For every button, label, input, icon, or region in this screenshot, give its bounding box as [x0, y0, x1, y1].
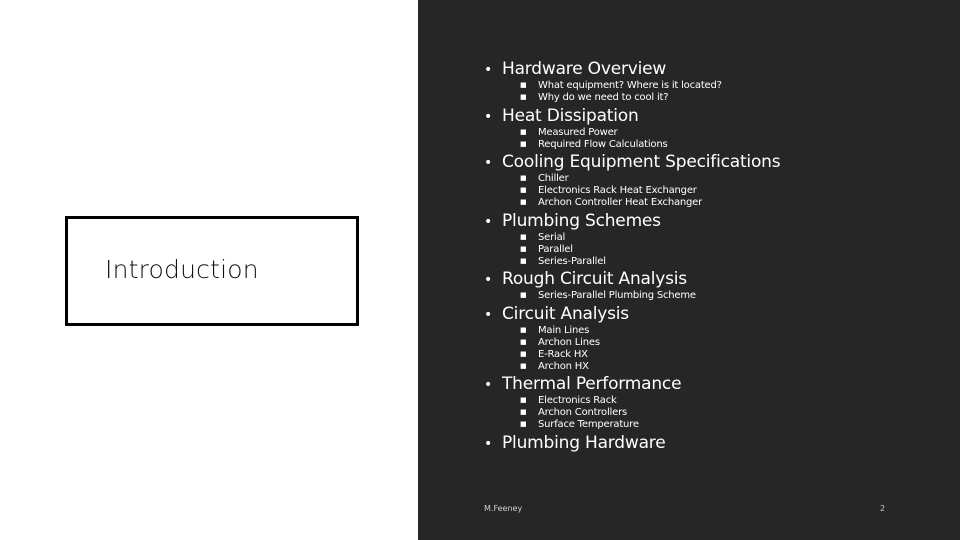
sub-item-label: Why do we need to cool it? [538, 92, 669, 103]
sub-bullet-icon: ■ [520, 174, 527, 182]
sub-item: ■ Series-Parallel Plumbing Scheme [520, 289, 696, 301]
sub-bullet-icon: ■ [520, 93, 527, 101]
slide-title: Introduction [105, 255, 259, 284]
sub-bullet-icon: ■ [520, 326, 527, 334]
sub-item-label: Serial [538, 232, 566, 243]
sub-item: ■ Main Lines [520, 324, 600, 336]
sub-bullet-icon: ■ [520, 362, 527, 370]
sub-item: ■ Serial [520, 231, 606, 243]
sub-item: ■ Surface Temperature [520, 418, 639, 430]
sub-item-label: E-Rack HX [538, 349, 588, 360]
outline-item-label: Circuit Analysis [502, 304, 629, 324]
sub-item-label: Surface Temperature [538, 419, 639, 430]
bullet-icon: • [484, 62, 493, 78]
sub-bullet-icon: ■ [520, 338, 527, 346]
outline-item: • Hardware Overview [484, 59, 666, 79]
bullet-icon: • [484, 272, 493, 288]
sub-item-label: Parallel [538, 244, 573, 255]
outline-item-label: Rough Circuit Analysis [502, 269, 687, 289]
sub-item-label: Main Lines [538, 325, 590, 336]
sub-item-label: Series-Parallel [538, 256, 606, 267]
sub-item-label: Chiller [538, 173, 569, 184]
outline-item: • Cooling Equipment Specifications [484, 152, 781, 172]
sub-item-label: Archon Controller Heat Exchanger [538, 197, 703, 208]
sub-list: ■ Serial ■ Parallel ■ Series-Parallel [520, 231, 606, 267]
sub-bullet-icon: ■ [520, 81, 527, 89]
sub-item-label: Required Flow Calculations [538, 139, 668, 150]
outline-item-label: Plumbing Schemes [502, 211, 661, 231]
sub-bullet-icon: ■ [520, 291, 527, 299]
outline-item: • Plumbing Hardware [484, 433, 666, 453]
sub-item-label: Archon HX [538, 361, 589, 372]
sub-item: ■ E-Rack HX [520, 348, 600, 360]
sub-bullet-icon: ■ [520, 408, 527, 416]
sub-item-label: Electronics Rack Heat Exchanger [538, 185, 697, 196]
sub-item: ■ Archon HX [520, 360, 600, 372]
sub-list: ■ Main Lines ■ Archon Lines ■ E-Rack HX ■ Ar… [520, 324, 600, 372]
sub-item-label: Series-Parallel Plumbing Scheme [538, 290, 696, 301]
sub-bullet-icon: ■ [520, 257, 527, 265]
sub-item: ■ Series-Parallel [520, 255, 606, 267]
outline-item-label: Heat Dissipation [502, 106, 639, 126]
slide-number: 2 [880, 504, 886, 513]
sub-item-label: Archon Controllers [538, 407, 628, 418]
sub-item: ■ Measured Power [520, 126, 668, 138]
bullet-icon: • [484, 155, 493, 171]
bullet-icon: • [484, 214, 493, 230]
sub-list: ■ Chiller ■ Electronics Rack Heat Exchange… [520, 172, 702, 208]
sub-item-label: Archon Lines [538, 337, 600, 348]
footer-author: M.Feeney [484, 504, 523, 513]
sub-list: ■ What equipment? Where is it located? ■ W… [520, 79, 722, 103]
sub-item: ■ Archon Controller Heat Exchanger [520, 196, 702, 208]
sub-bullet-icon: ■ [520, 140, 527, 148]
outline-item: • Thermal Performance [484, 374, 682, 394]
sub-bullet-icon: ■ [520, 198, 527, 206]
bullet-icon: • [484, 109, 493, 125]
sub-list: ■ Measured Power ■ Required Flow Calculati… [520, 126, 668, 150]
sub-list: ■ Electronics Rack ■ Archon Controllers ■ S… [520, 394, 639, 430]
sub-bullet-icon: ■ [520, 396, 527, 404]
sub-list: ■ Series-Parallel Plumbing Scheme [520, 289, 696, 301]
sub-item: ■ Why do we need to cool it? [520, 91, 722, 103]
sub-item: ■ Parallel [520, 243, 606, 255]
outline-item: • Heat Dissipation [484, 106, 639, 126]
slide-left-panel: Introduction [0, 0, 418, 540]
outline-item-label: Plumbing Hardware [502, 433, 666, 453]
sub-bullet-icon: ■ [520, 233, 527, 241]
outline-item-label: Thermal Performance [502, 374, 682, 394]
sub-bullet-icon: ■ [520, 420, 527, 428]
sub-item: ■ Chiller [520, 172, 702, 184]
sub-item: ■ What equipment? Where is it located? [520, 79, 722, 91]
sub-bullet-icon: ■ [520, 350, 527, 358]
sub-item-label: Electronics Rack [538, 395, 617, 406]
sub-bullet-icon: ■ [520, 245, 527, 253]
sub-item: ■ Electronics Rack [520, 394, 639, 406]
title-box: Introduction [65, 216, 359, 326]
sub-item: ■ Archon Controllers [520, 406, 639, 418]
sub-bullet-icon: ■ [520, 186, 527, 194]
sub-item: ■ Required Flow Calculations [520, 138, 668, 150]
outline-item: • Rough Circuit Analysis [484, 269, 687, 289]
outline-item-label: Hardware Overview [502, 59, 667, 79]
outline-item-label: Cooling Equipment Specifications [502, 152, 781, 172]
sub-bullet-icon: ■ [520, 128, 527, 136]
bullet-icon: • [484, 436, 493, 452]
sub-item: ■ Archon Lines [520, 336, 600, 348]
bullet-icon: • [484, 377, 493, 393]
bullet-icon: • [484, 307, 493, 323]
outline-item: • Circuit Analysis [484, 304, 629, 324]
sub-item-label: Measured Power [538, 127, 618, 138]
sub-item: ■ Electronics Rack Heat Exchanger [520, 184, 702, 196]
sub-item-label: What equipment? Where is it located? [538, 80, 722, 91]
outline-item: • Plumbing Schemes [484, 211, 661, 231]
slide-right-panel: • Hardware Overview ■ What equipment? Wher… [418, 0, 960, 540]
